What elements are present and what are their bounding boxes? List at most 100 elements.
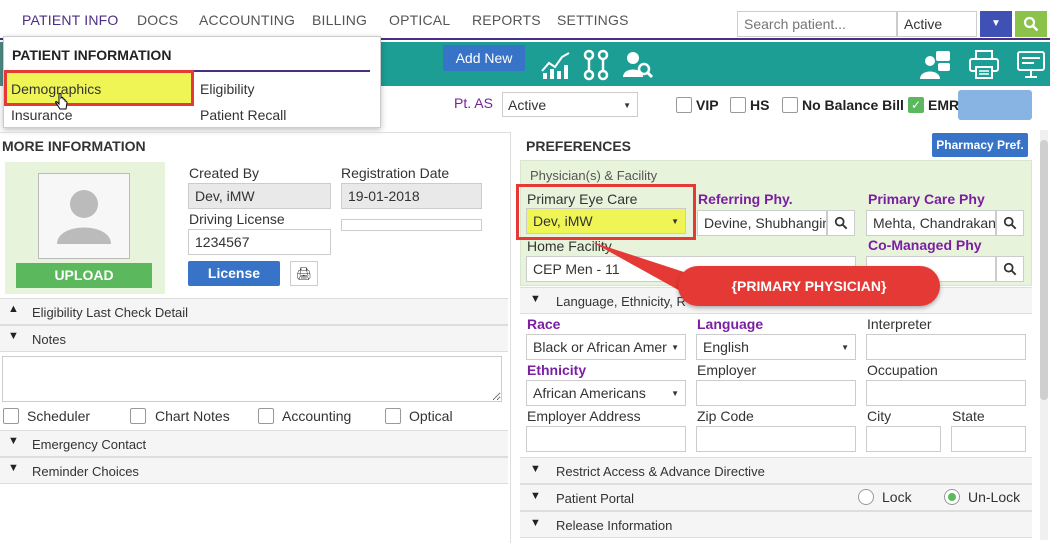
eligibility-section-bar[interactable]: ▲ Eligibility Last Check Detail: [0, 298, 508, 325]
status-dropdown-button[interactable]: ▼: [980, 11, 1012, 37]
caret-down-icon: ▼: [671, 217, 679, 226]
printer-icon[interactable]: [968, 49, 1000, 81]
state-input[interactable]: [951, 426, 1026, 452]
lock-radio[interactable]: [858, 489, 874, 505]
patient-search-input[interactable]: [737, 11, 897, 37]
search-button[interactable]: [1015, 11, 1047, 37]
zip-code-label: Zip Code: [697, 408, 754, 424]
city-input[interactable]: [866, 426, 941, 452]
patient-search-icon[interactable]: [622, 49, 654, 81]
state-label: State: [952, 408, 985, 424]
zip-code-input[interactable]: [696, 426, 856, 452]
accounting-checkbox[interactable]: [258, 408, 274, 424]
tab-docs[interactable]: DOCS: [137, 12, 178, 28]
ethnicity-select[interactable]: African Americans ▼: [526, 380, 686, 406]
optical-label: Optical: [409, 408, 453, 424]
registration-date-label: Registration Date: [341, 165, 450, 181]
workflow-icon[interactable]: [580, 49, 612, 81]
pharmacy-pref-button[interactable]: Pharmacy Pref.: [932, 133, 1028, 157]
menu-item-patient-recall[interactable]: Patient Recall: [200, 107, 286, 123]
employer-label: Employer: [697, 362, 757, 378]
chevron-up-icon: ▲: [8, 303, 19, 315]
divider: [0, 132, 510, 133]
ethnicity-label: Ethnicity: [527, 362, 587, 378]
employer-address-input[interactable]: [526, 426, 686, 452]
emr-label: EMR: [928, 97, 960, 113]
referring-phy-label: Referring Phy.: [698, 191, 793, 207]
chart-icon[interactable]: [540, 49, 572, 81]
pt-as-label: Pt. AS: [454, 95, 493, 111]
user-chat-icon[interactable]: [920, 49, 952, 81]
registration-progress-field: [341, 219, 482, 231]
referring-phy-input[interactable]: Devine, Shubhangin: [697, 210, 827, 236]
tab-reports[interactable]: REPORTS: [472, 12, 541, 28]
tab-billing[interactable]: BILLING: [312, 12, 367, 28]
blurred-region: [958, 90, 1032, 120]
menu-item-eligibility[interactable]: Eligibility: [200, 81, 254, 97]
emr-checkbox[interactable]: ✓: [908, 97, 924, 113]
primary-eye-care-value: Dev, iMW: [533, 213, 593, 229]
notes-textarea[interactable]: [2, 356, 502, 402]
ethnicity-value: African Americans: [533, 385, 646, 401]
tab-optical[interactable]: OPTICAL: [389, 12, 450, 28]
vip-label: VIP: [696, 97, 719, 113]
registration-date-field: 19-01-2018: [341, 183, 482, 209]
no-balance-bill-checkbox[interactable]: [782, 97, 798, 113]
patient-portal-label: Patient Portal: [556, 491, 635, 506]
add-new-button[interactable]: Add New: [443, 45, 525, 71]
restrict-access-bar[interactable]: ▼ Restrict Access & Advance Directive: [520, 457, 1032, 484]
interpreter-label: Interpreter: [867, 316, 932, 332]
caret-down-icon: ▼: [991, 18, 1001, 29]
optical-checkbox[interactable]: [385, 408, 401, 424]
race-label: Race: [527, 316, 561, 332]
scheduler-checkbox[interactable]: [3, 408, 19, 424]
pt-as-select[interactable]: Active ▼: [502, 92, 638, 117]
vip-checkbox[interactable]: [676, 97, 692, 113]
caret-down-icon: ▼: [841, 343, 849, 352]
caret-down-icon: ▼: [671, 389, 679, 398]
occupation-label: Occupation: [867, 362, 938, 378]
scheduler-label: Scheduler: [27, 408, 91, 424]
notes-section-label: Notes: [32, 332, 66, 347]
reminder-choices-label: Reminder Choices: [32, 464, 139, 479]
reminder-choices-bar[interactable]: ▼ Reminder Choices: [0, 457, 508, 484]
driving-license-input[interactable]: 1234567: [188, 229, 331, 255]
license-button[interactable]: License: [188, 261, 280, 286]
referring-search-button[interactable]: [827, 210, 855, 236]
chart-notes-label: Chart Notes: [155, 408, 230, 424]
patient-status-select[interactable]: Active: [897, 11, 977, 37]
scrollbar-thumb[interactable]: [1040, 140, 1048, 400]
hs-checkbox[interactable]: [730, 97, 746, 113]
co-managed-search-button[interactable]: [996, 256, 1024, 282]
notes-section-bar[interactable]: ▼ Notes: [0, 325, 508, 352]
chart-notes-checkbox[interactable]: [130, 408, 146, 424]
chevron-down-icon: ▼: [8, 462, 19, 474]
hand-cursor-icon: [55, 93, 68, 110]
chevron-down-icon: ▼: [8, 435, 19, 447]
occupation-input[interactable]: [866, 380, 1026, 406]
unlock-radio[interactable]: [944, 489, 960, 505]
language-value: English: [703, 339, 749, 355]
monitor-icon[interactable]: [1016, 49, 1048, 81]
print-button[interactable]: 🖨: [290, 261, 318, 286]
tab-patient-info[interactable]: PATIENT INFO: [22, 12, 119, 39]
printer-icon: 🖨: [295, 266, 313, 281]
primary-care-phy-label: Primary Care Phy: [868, 191, 985, 207]
emergency-contact-bar[interactable]: ▼ Emergency Contact: [0, 430, 508, 457]
upload-button[interactable]: UPLOAD: [16, 263, 152, 288]
chevron-down-icon: ▼: [8, 330, 19, 342]
primary-care-phy-input[interactable]: Mehta, Chandrakan: [866, 210, 996, 236]
search-icon: [1003, 216, 1017, 230]
primary-eye-care-select[interactable]: Dev, iMW ▼: [526, 208, 686, 234]
physician-facility-header: Physician(s) & Facility: [530, 168, 658, 183]
tab-accounting[interactable]: ACCOUNTING: [199, 12, 295, 28]
release-information-bar[interactable]: ▼ Release Information: [520, 511, 1032, 538]
primary-care-search-button[interactable]: [996, 210, 1024, 236]
menu-title: PATIENT INFORMATION: [12, 47, 172, 63]
language-select[interactable]: English ▼: [696, 334, 856, 360]
race-select[interactable]: Black or African Amer ▼: [526, 334, 686, 360]
tab-settings[interactable]: SETTINGS: [557, 12, 629, 28]
language-label: Language: [697, 316, 764, 332]
interpreter-input[interactable]: [866, 334, 1026, 360]
employer-input[interactable]: [696, 380, 856, 406]
